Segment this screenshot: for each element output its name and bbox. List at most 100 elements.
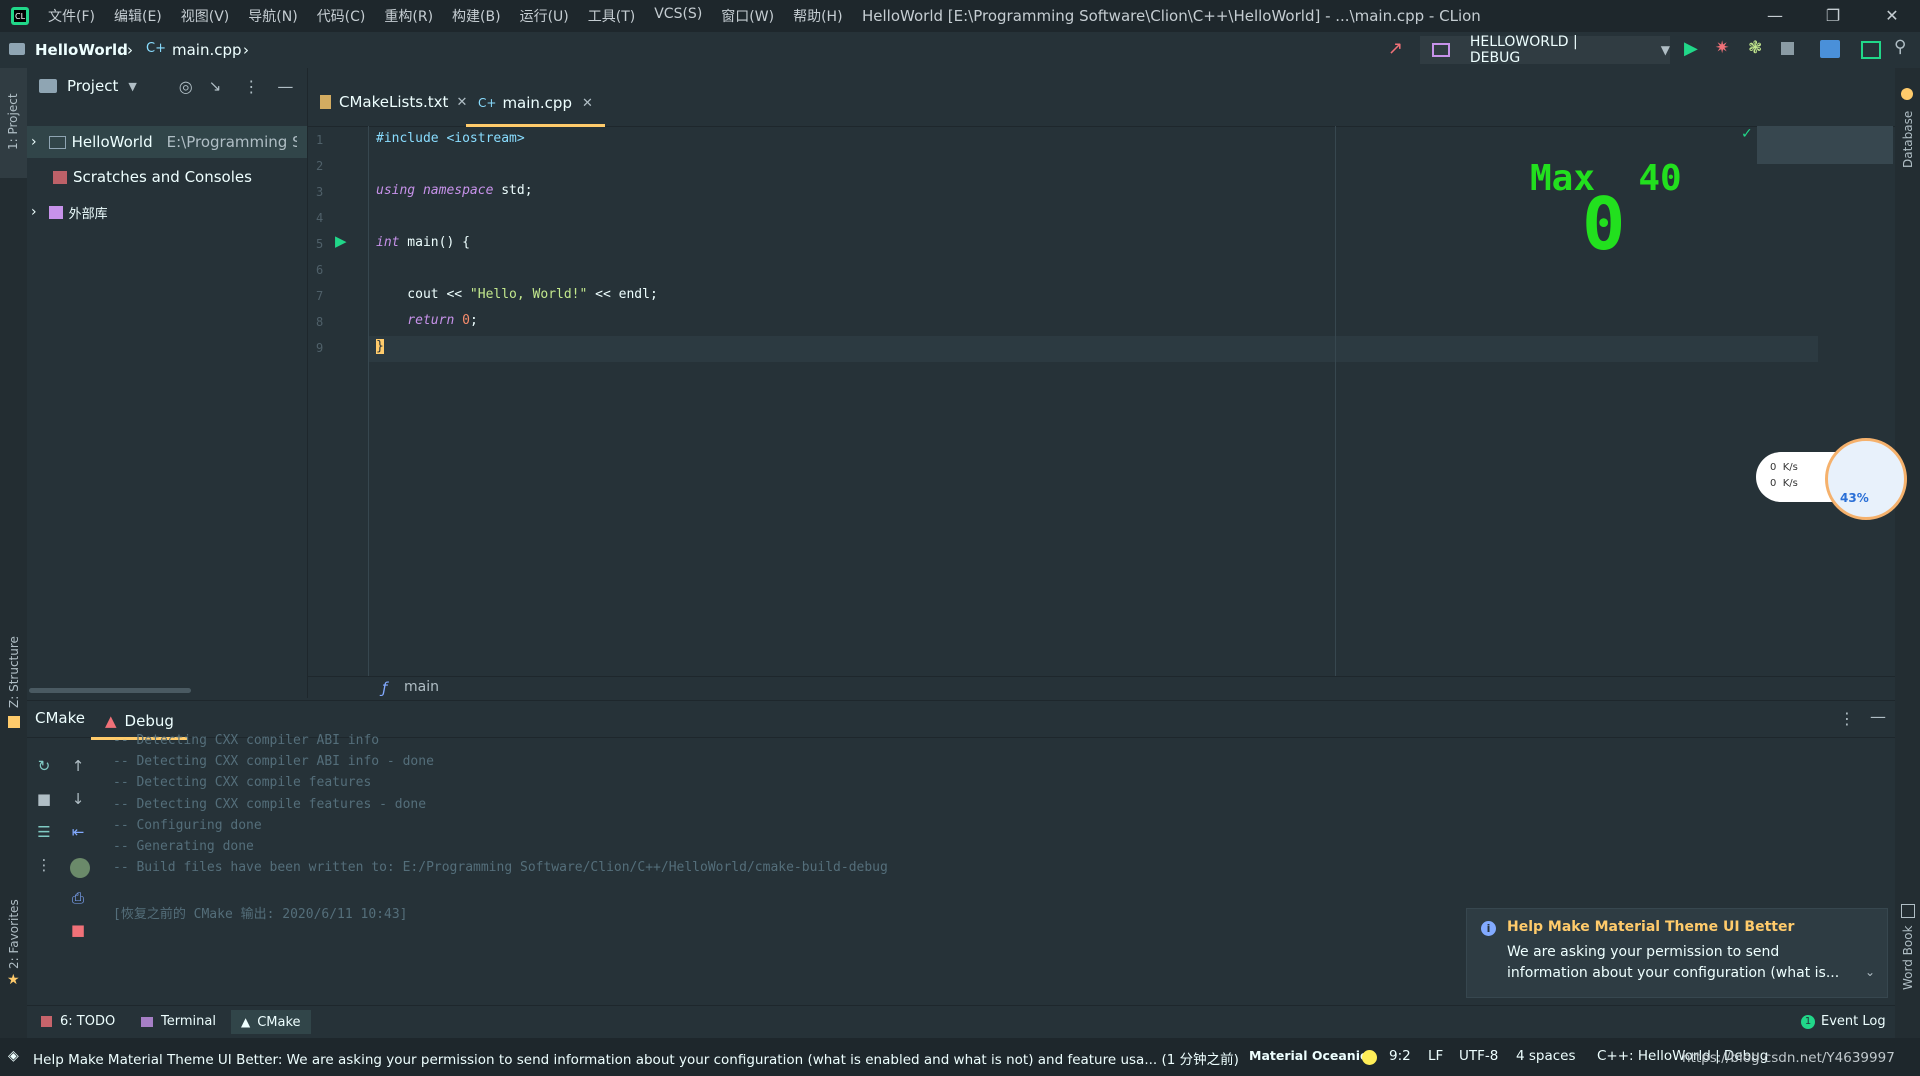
hide-panel-icon[interactable]: — xyxy=(277,77,293,96)
menu-item[interactable]: 工具(T) xyxy=(588,6,635,26)
code-line-8[interactable]: return 0; xyxy=(376,313,477,328)
menu-item[interactable]: 文件(F) xyxy=(48,6,95,26)
collapse-all-icon[interactable]: ↘ xyxy=(209,77,222,95)
left-tool-strip: 1: Project Z: Structure 2: Favorites ★ xyxy=(0,68,27,1048)
console-line: -- Generating done xyxy=(113,839,254,854)
file-encoding[interactable]: UTF-8 xyxy=(1459,1048,1498,1064)
breadcrumb-file[interactable]: main.cpp xyxy=(172,41,242,59)
close-icon[interactable]: ✕ xyxy=(1880,4,1904,28)
tab-main-cpp[interactable]: C+ main.cpp ✕ xyxy=(466,82,605,127)
todo-tool-button[interactable]: 6: TODO xyxy=(41,1014,115,1029)
project-view-select[interactable]: Project xyxy=(67,77,118,95)
line-number: 2 xyxy=(316,159,324,173)
upload-speed: 0 K/s xyxy=(1770,462,1798,473)
run-gutter-icon[interactable]: ▶ xyxy=(335,232,347,250)
locate-icon[interactable]: ◎ xyxy=(179,77,193,96)
code-line-1[interactable]: #include <iostream> xyxy=(376,131,525,146)
status-bar: ◈ Help Make Material Theme UI Better: We… xyxy=(0,1038,1920,1076)
overlay-digit: 0 xyxy=(1582,182,1626,266)
status-message[interactable]: Help Make Material Theme UI Better: We a… xyxy=(33,1048,1239,1068)
terminal-tool-button[interactable]: Terminal xyxy=(141,1014,216,1029)
caret-position[interactable]: 9:2 xyxy=(1389,1048,1411,1064)
structure-tool-label[interactable]: Z: Structure xyxy=(7,636,21,708)
notification-title: Help Make Material Theme UI Better xyxy=(1507,919,1795,935)
line-number: 3 xyxy=(316,185,324,199)
minimize-icon[interactable]: — xyxy=(1763,4,1787,28)
menu-item[interactable]: 帮助(H) xyxy=(793,6,842,26)
line-number: 4 xyxy=(316,211,324,225)
event-log-count: 1 xyxy=(1801,1014,1815,1029)
function-icon: ƒ xyxy=(382,679,388,697)
tab-label: main.cpp xyxy=(502,94,572,112)
title-bar: CL 文件(F) 编辑(E) 视图(V) 导航(N) 代码(C) 重构(R) 构建(B) 运行… xyxy=(0,0,1920,32)
assistant-avatar-icon[interactable]: 43% xyxy=(1825,438,1907,520)
translate-icon[interactable] xyxy=(1820,40,1840,58)
search-icon[interactable]: ⚲ xyxy=(1894,37,1906,57)
breadcrumb-project[interactable]: HelloWorld xyxy=(35,41,128,59)
chevron-right-icon: › xyxy=(127,41,133,59)
restore-icon[interactable]: ❐ xyxy=(1821,4,1845,28)
menu-item[interactable]: 视图(V) xyxy=(181,6,230,26)
menu-item[interactable]: 运行(U) xyxy=(520,6,569,26)
tab-cmake[interactable]: CMake xyxy=(35,709,85,727)
tree-item-label: HelloWorld xyxy=(71,133,153,151)
horizontal-scrollbar[interactable] xyxy=(29,688,191,693)
menu-item[interactable]: VCS(S) xyxy=(654,6,702,26)
console-line: -- Build files have been written to: E:/… xyxy=(113,860,888,876)
line-gutter: 1 2 3 4 5 6 7 8 9 xyxy=(308,126,369,676)
code-line-7[interactable]: cout << "Hello, World!" << endl; xyxy=(376,287,657,302)
tree-item-label: Scratches and Consoles xyxy=(73,168,252,186)
run-config-label: HELLOWORLD | DEBUG xyxy=(1469,34,1578,66)
database-tool-label[interactable]: Database xyxy=(1901,111,1915,168)
line-number: 5 xyxy=(316,237,324,251)
indent-setting[interactable]: 4 spaces xyxy=(1516,1048,1576,1064)
folder-icon xyxy=(9,43,25,55)
kebab-menu-icon[interactable]: ⋮ xyxy=(243,77,259,96)
hammer-icon[interactable]: ↗ xyxy=(1388,38,1403,59)
chevron-down-icon[interactable]: ▼ xyxy=(128,80,136,93)
breadcrumb-function[interactable]: main xyxy=(404,679,439,695)
tree-item-helloworld[interactable]: › HelloWorld E:\Programming Softv xyxy=(27,126,307,158)
stop-icon[interactable] xyxy=(1781,42,1794,55)
code-line-5[interactable]: int main() { xyxy=(376,235,470,250)
menu-item[interactable]: 编辑(E) xyxy=(114,6,162,26)
notification-balloon[interactable]: i Help Make Material Theme UI Better We … xyxy=(1466,908,1888,998)
project-tool-label[interactable]: 1: Project xyxy=(6,93,20,150)
wordbook-tool-label[interactable]: Word Book xyxy=(1901,925,1915,990)
event-log-button[interactable]: 1 Event Log xyxy=(1801,1014,1886,1029)
close-icon[interactable]: ✕ xyxy=(582,96,593,111)
run-configuration-select[interactable]: HELLOWORLD | DEBUG ▼ xyxy=(1420,34,1670,66)
menu-item[interactable]: 构建(B) xyxy=(452,6,501,26)
clion-logo-icon[interactable]: CL xyxy=(10,6,30,26)
current-line-highlight xyxy=(368,336,1818,362)
menu-item[interactable]: 窗口(W) xyxy=(721,6,774,26)
code-line-3[interactable]: using namespace std; xyxy=(376,183,533,198)
coverage-icon[interactable]: ❃ xyxy=(1748,38,1762,58)
favorites-tool-label[interactable]: 2: Favorites xyxy=(7,899,21,969)
file-icon xyxy=(320,95,331,109)
window-title: HelloWorld [E:\Programming Software\Clio… xyxy=(862,7,1481,25)
terminal-icon[interactable] xyxy=(1861,41,1881,59)
chevron-down-icon[interactable]: ⌄ xyxy=(1865,965,1875,979)
menu-item[interactable]: 代码(C) xyxy=(317,6,366,26)
menu-item[interactable]: 重构(R) xyxy=(384,6,433,26)
chevron-right-icon: › xyxy=(31,204,37,220)
hide-panel-icon[interactable]: — xyxy=(1870,707,1886,726)
fps-overlay: Max 40 0 xyxy=(1530,158,1720,268)
project-panel: Project ▼ ◎ ↘ ⋮ — › HelloWorld E:\Progra… xyxy=(27,68,308,698)
database-icon xyxy=(1901,88,1913,100)
debug-icon[interactable]: ✷ xyxy=(1715,38,1729,58)
kebab-menu-icon[interactable]: ⋮ xyxy=(1839,709,1855,728)
code-line-9[interactable]: } xyxy=(376,339,384,354)
tab-cmakelists[interactable]: CMakeLists.txt ✕ xyxy=(320,82,467,122)
run-icon[interactable]: ▶ xyxy=(1684,38,1698,59)
tree-item-scratches[interactable]: Scratches and Consoles xyxy=(27,161,307,193)
theme-name[interactable]: Material Oceanic xyxy=(1249,1048,1367,1063)
chevron-right-icon: › xyxy=(31,134,37,150)
cmake-tool-button[interactable]: ▲ CMake xyxy=(231,1010,311,1034)
menu-item[interactable]: 导航(N) xyxy=(248,6,297,26)
minimap[interactable] xyxy=(1757,126,1893,164)
todo-icon xyxy=(41,1016,52,1027)
tree-item-external-libs[interactable]: › 外部库 xyxy=(27,196,307,228)
line-separator[interactable]: LF xyxy=(1428,1048,1443,1064)
